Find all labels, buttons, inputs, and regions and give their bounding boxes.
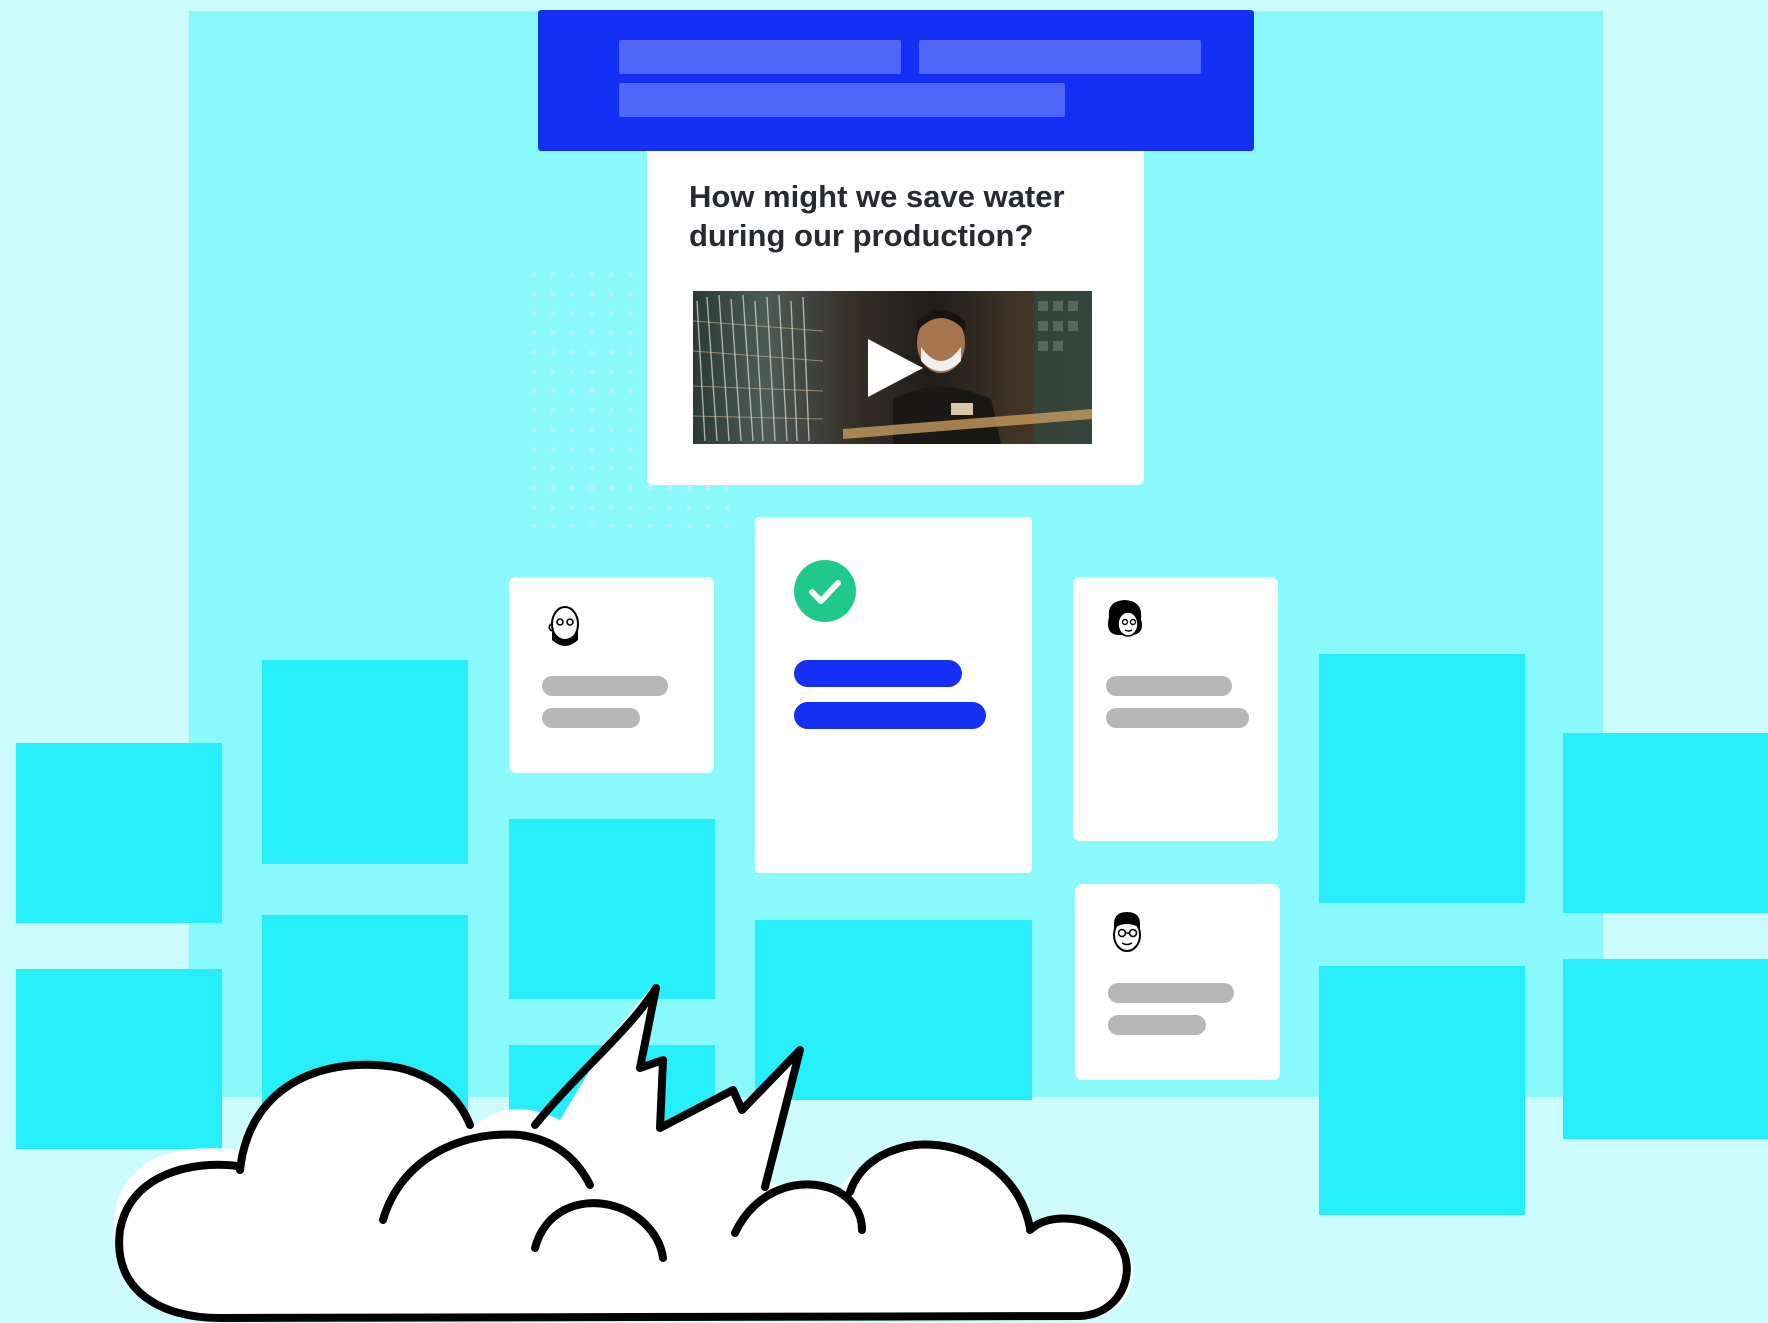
check-circle-icon <box>794 560 856 622</box>
approved-idea-card[interactable] <box>755 517 1032 873</box>
sticky-note[interactable] <box>262 660 468 864</box>
prompt-card[interactable]: How might we save water during our produ… <box>647 151 1144 485</box>
idea-card[interactable] <box>509 577 714 773</box>
play-icon[interactable] <box>863 335 927 401</box>
video-player[interactable] <box>693 291 1092 444</box>
header-placeholder-bar <box>619 40 901 74</box>
prompt-title: How might we save water during our produ… <box>689 179 1065 253</box>
sticky-note[interactable] <box>1319 966 1525 1215</box>
sticky-note[interactable] <box>1563 733 1768 913</box>
header-placeholder-bar <box>619 83 1065 117</box>
header-placeholder-bar <box>919 40 1201 74</box>
idea-card[interactable] <box>1073 577 1278 841</box>
sticky-note[interactable] <box>262 915 468 1115</box>
placeholder-text-bar <box>542 676 668 696</box>
prompt-header <box>538 10 1254 151</box>
idea-card[interactable] <box>1075 884 1280 1080</box>
sticky-note[interactable] <box>755 920 1032 1100</box>
highlighted-text-bar <box>794 702 986 729</box>
bald-man-with-mask-avatar <box>548 606 579 646</box>
sticky-note[interactable] <box>16 969 222 1149</box>
placeholder-text-bar <box>1106 676 1232 696</box>
sticky-note[interactable] <box>1563 959 1768 1139</box>
placeholder-text-bar <box>1108 1015 1206 1035</box>
curly-hair-woman-avatar <box>1108 600 1142 637</box>
man-with-glasses-avatar <box>1113 912 1141 952</box>
sticky-note[interactable] <box>509 819 715 999</box>
sticky-note[interactable] <box>1319 654 1525 903</box>
placeholder-text-bar <box>1108 983 1234 1003</box>
placeholder-text-bar <box>542 708 640 728</box>
highlighted-text-bar <box>794 660 962 687</box>
sticky-note[interactable] <box>509 1045 715 1165</box>
sticky-note[interactable] <box>16 743 222 923</box>
placeholder-text-bar <box>1106 708 1249 728</box>
